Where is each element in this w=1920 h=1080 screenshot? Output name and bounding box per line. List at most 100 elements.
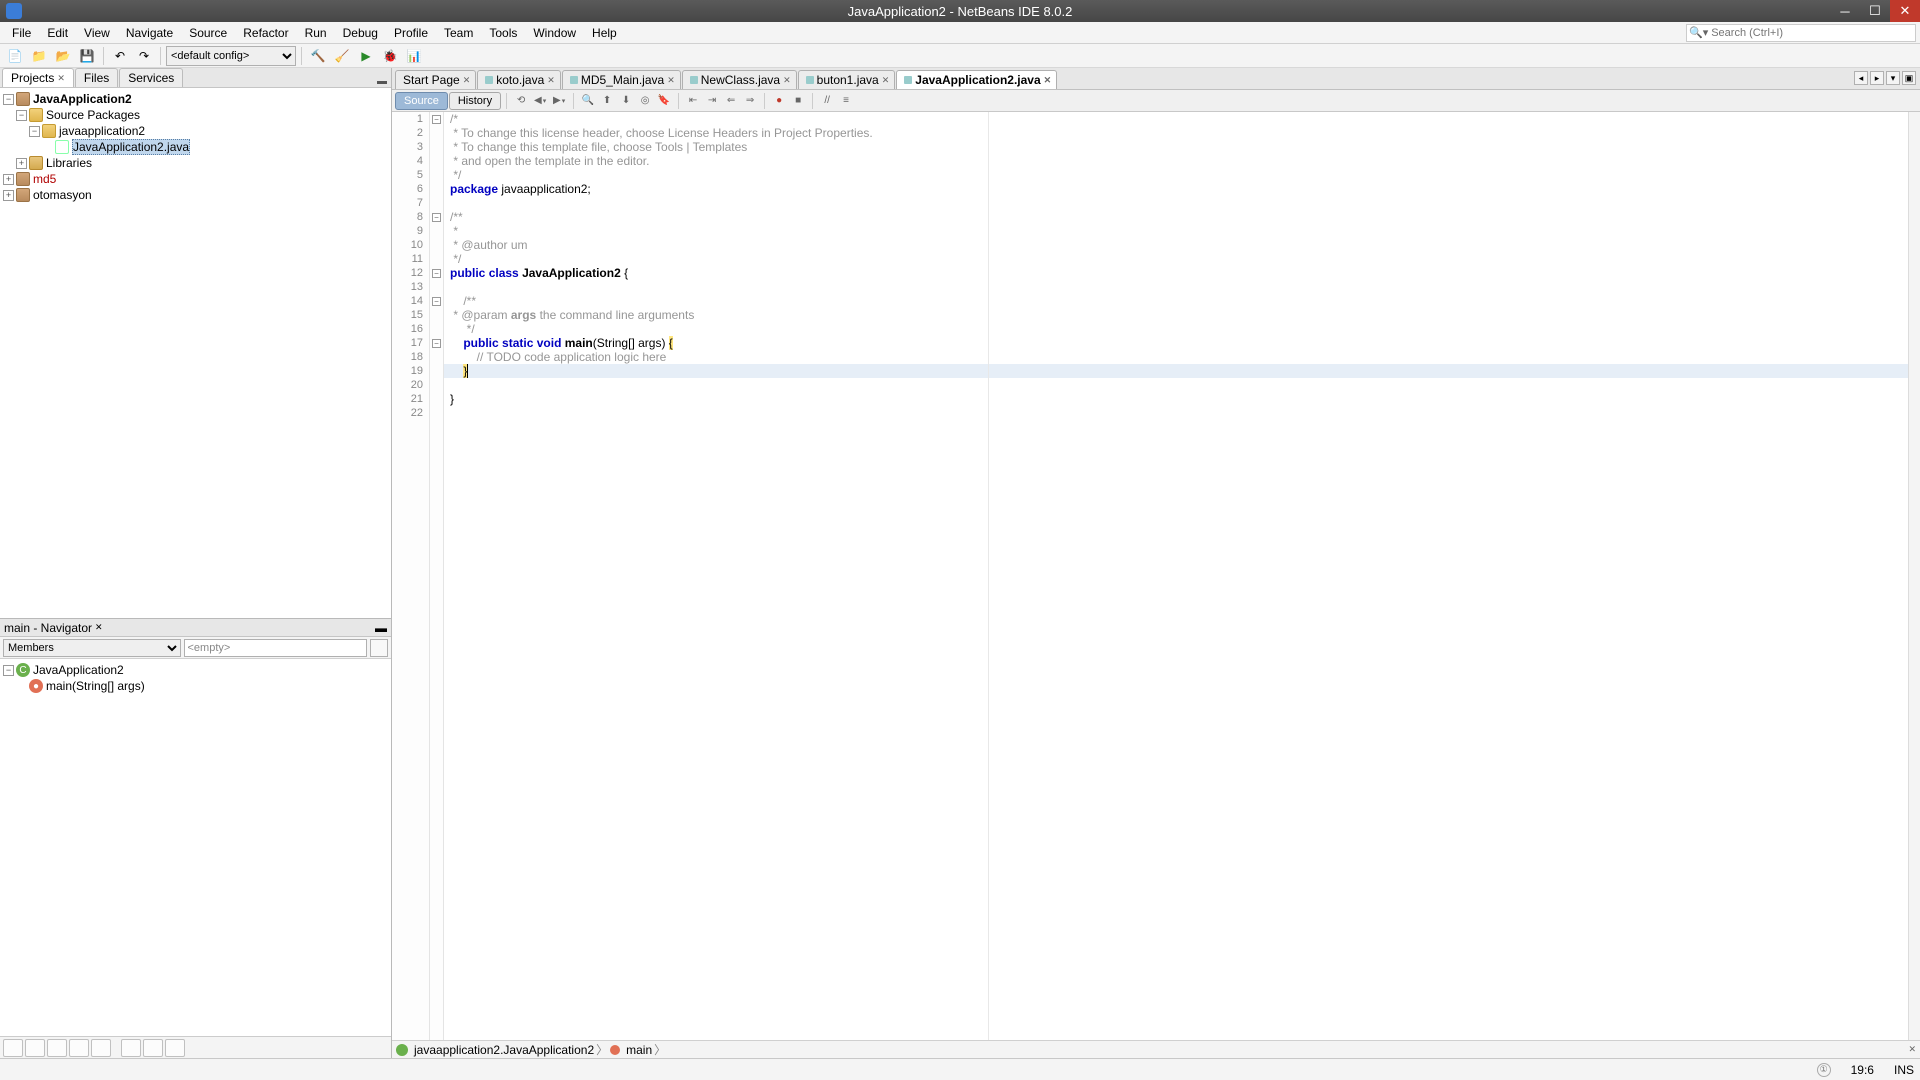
close-icon[interactable]: ✕ [1908,1044,1916,1055]
navigator-tree[interactable]: −CJavaApplication2 ●main(String[] args) [0,659,391,1036]
project-node[interactable]: md5 [33,172,56,186]
close-icon[interactable]: ✕ [783,75,791,86]
libraries-node[interactable]: Libraries [46,156,92,170]
tab-start-page[interactable]: Start Page✕ [395,70,476,89]
forward-button[interactable]: ▶ [550,92,568,110]
search-input[interactable] [1711,27,1911,39]
maximize-button[interactable]: ☐ [1860,0,1890,22]
shift-right-button[interactable]: ⇒ [741,92,759,110]
package-node[interactable]: javaapplication2 [59,124,145,138]
menu-edit[interactable]: Edit [39,24,76,42]
tab-projects[interactable]: Projects✕ [2,68,74,87]
project-node[interactable]: otomasyon [33,188,92,202]
filter-icon[interactable] [69,1039,89,1057]
maximize-editor-button[interactable]: ▣ [1902,71,1916,85]
find-selection-button[interactable]: 🔍 [579,92,597,110]
toggle-bookmark-button[interactable]: 🔖 [655,92,673,110]
close-icon[interactable]: ✕ [547,75,555,86]
expand-icon[interactable]: + [16,158,27,169]
code-editor[interactable]: 12345678910111213141516171819202122 − − … [392,112,1920,1040]
collapse-icon[interactable]: − [3,665,14,676]
close-button[interactable]: ✕ [1890,0,1920,22]
navigator-method[interactable]: main(String[] args) [46,679,145,693]
notifications-icon[interactable]: ① [1817,1063,1831,1077]
close-icon[interactable]: ✕ [463,75,471,86]
filter-icon[interactable] [91,1039,111,1057]
menu-view[interactable]: View [76,24,118,42]
build-button[interactable]: 🔨 [307,45,329,67]
filter-icon[interactable] [143,1039,163,1057]
tab-services[interactable]: Services [119,68,183,87]
menu-navigate[interactable]: Navigate [118,24,181,42]
undo-button[interactable]: ↶ [109,45,131,67]
run-config-select[interactable]: <default config> [166,46,296,66]
next-bookmark-button[interactable]: ⇥ [703,92,721,110]
menu-run[interactable]: Run [297,24,335,42]
fold-gutter[interactable]: − − − − − [430,112,444,1040]
filter-icon[interactable] [165,1039,185,1057]
insert-mode[interactable]: INS [1894,1063,1914,1077]
collapse-icon[interactable]: − [3,94,14,105]
last-edit-button[interactable]: ⟲ [512,92,530,110]
line-number-gutter[interactable]: 12345678910111213141516171819202122 [392,112,430,1040]
uncomment-button[interactable]: ≡ [837,92,855,110]
run-button[interactable]: ▶ [355,45,377,67]
toggle-highlight-button[interactable]: ◎ [636,92,654,110]
project-node[interactable]: JavaApplication2 [33,92,132,106]
filter-icon[interactable] [25,1039,45,1057]
fold-icon[interactable]: − [432,115,441,124]
menu-file[interactable]: File [4,24,39,42]
menu-refactor[interactable]: Refactor [235,24,296,42]
projects-tree[interactable]: −JavaApplication2 −Source Packages −java… [0,88,391,618]
expand-icon[interactable]: + [3,174,14,185]
macro-record-button[interactable]: ● [770,92,788,110]
tab-files[interactable]: Files [75,68,118,87]
expand-icon[interactable]: + [3,190,14,201]
minimize-button[interactable]: ─ [1830,0,1860,22]
tab-buton1[interactable]: buton1.java✕ [798,70,896,89]
collapse-icon[interactable]: − [16,110,27,121]
source-packages-node[interactable]: Source Packages [46,108,140,122]
menu-debug[interactable]: Debug [335,24,386,42]
close-icon[interactable]: ✕ [882,75,890,86]
close-icon[interactable]: ✕ [57,73,65,84]
java-class-node[interactable]: JavaApplication2.java [72,139,190,155]
tab-right-button[interactable]: ▸ [1870,71,1884,85]
close-icon[interactable]: ✕ [667,75,675,86]
new-file-button[interactable]: 📄 [4,45,26,67]
open-project-button[interactable]: 📂 [52,45,74,67]
tab-md5main[interactable]: MD5_Main.java✕ [562,70,681,89]
menu-window[interactable]: Window [525,24,584,42]
code-area[interactable]: /* * To change this license header, choo… [444,112,1908,1040]
tab-list-button[interactable]: ▾ [1886,71,1900,85]
macro-stop-button[interactable]: ■ [789,92,807,110]
quick-search[interactable]: 🔍▾ [1686,24,1916,42]
breadcrumb-method[interactable]: main [626,1043,652,1057]
fold-icon[interactable]: − [432,213,441,222]
shift-left-button[interactable]: ⇐ [722,92,740,110]
menu-source[interactable]: Source [181,24,235,42]
profile-button[interactable]: 📊 [403,45,425,67]
panel-minimize-icon[interactable]: ▬ [375,621,387,635]
history-tab[interactable]: History [449,92,501,110]
menu-help[interactable]: Help [584,24,625,42]
save-all-button[interactable]: 💾 [76,45,98,67]
panel-minimize-icon[interactable]: ▬ [377,76,391,87]
breadcrumb-class[interactable]: javaapplication2.JavaApplication2 [414,1043,594,1057]
filter-icon[interactable] [47,1039,67,1057]
tab-koto[interactable]: koto.java✕ [477,70,561,89]
close-icon[interactable]: ✕ [95,622,103,633]
navigator-view-select[interactable]: Members [3,639,181,657]
fold-icon[interactable]: − [432,339,441,348]
find-prev-button[interactable]: ⬆ [598,92,616,110]
prev-bookmark-button[interactable]: ⇤ [684,92,702,110]
tab-left-button[interactable]: ◂ [1854,71,1868,85]
find-next-button[interactable]: ⬇ [617,92,635,110]
close-icon[interactable]: ✕ [1044,75,1052,86]
menu-tools[interactable]: Tools [481,24,525,42]
error-stripe[interactable] [1908,112,1920,1040]
filter-icon[interactable] [121,1039,141,1057]
fold-icon[interactable]: − [432,269,441,278]
menu-profile[interactable]: Profile [386,24,436,42]
tab-newclass[interactable]: NewClass.java✕ [682,70,797,89]
